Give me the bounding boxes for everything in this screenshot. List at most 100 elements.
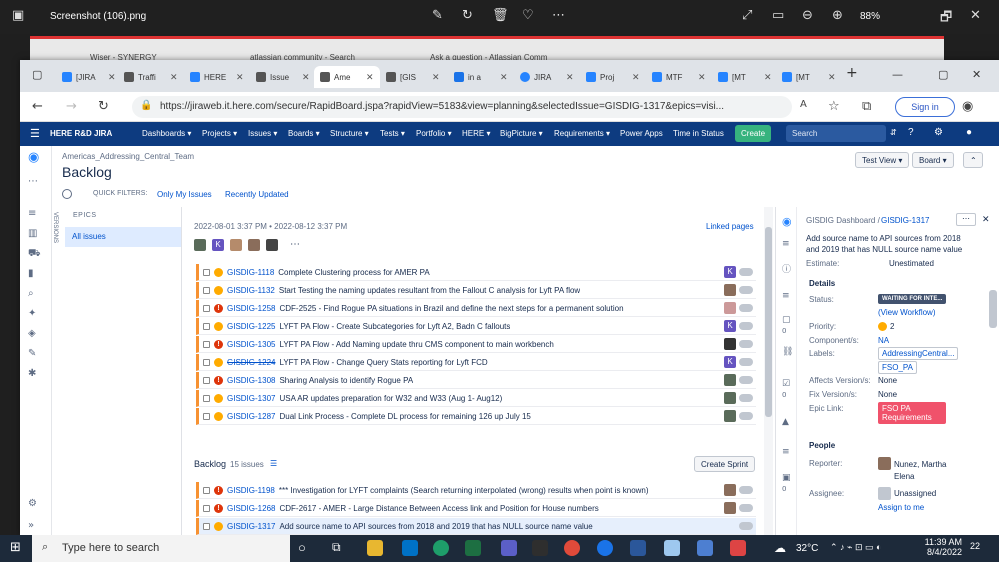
- lock-icon[interactable]: 🔒: [140, 100, 152, 111]
- close-tab-icon[interactable]: ✕: [566, 72, 574, 83]
- weather-temp[interactable]: 32°C: [796, 543, 818, 554]
- sprint-issue-row[interactable]: ! GISDIG-1308 Sharing Analysis to identify…: [196, 372, 756, 389]
- collapse-icon[interactable]: »: [28, 520, 34, 531]
- assignee-avatar[interactable]: [724, 302, 736, 314]
- read-aloud-icon[interactable]: A: [800, 99, 807, 110]
- close-tab-icon[interactable]: ✕: [108, 72, 116, 83]
- search-icon[interactable]: [62, 189, 72, 199]
- profile-icon[interactable]: ◉: [962, 99, 973, 114]
- nav-dashboards[interactable]: Dashboards ▾: [142, 129, 191, 138]
- rotate-icon[interactable]: ↻: [462, 8, 473, 23]
- nav-structure[interactable]: Structure ▾: [330, 129, 369, 138]
- subtask-icon[interactable]: ▣: [782, 473, 791, 483]
- linked-pages-link[interactable]: Linked pages: [706, 222, 754, 231]
- close-detail-icon[interactable]: ✕: [982, 214, 990, 225]
- tray-icons[interactable]: ⌃ ♪ ⌁ ⊡ ▭ ◐: [830, 542, 881, 553]
- info-icon[interactable]: ⓘ: [782, 262, 791, 275]
- sprint-issue-row[interactable]: GISDIG-1118 Complete Clustering process f…: [196, 264, 756, 281]
- filter-recently-updated[interactable]: Recently Updated: [225, 190, 289, 199]
- assignee-avatar[interactable]: [724, 502, 736, 514]
- browser-tab[interactable]: HERE ✕: [184, 66, 244, 88]
- toggle[interactable]: [739, 412, 753, 420]
- nav-here[interactable]: HERE ▾: [462, 129, 490, 138]
- view-workflow-link[interactable]: (View Workflow): [878, 308, 936, 317]
- tab-actions-icon[interactable]: ▢: [32, 68, 42, 81]
- taskbar-search[interactable]: ⌕ Type here to search: [32, 535, 290, 562]
- back-icon[interactable]: ←: [32, 99, 43, 114]
- scrollbar-thumb[interactable]: [765, 227, 772, 417]
- browser-tab[interactable]: [GIS ✕: [380, 66, 440, 88]
- zoom-out-icon[interactable]: ⊖: [802, 8, 813, 23]
- browser-tab[interactable]: [MT ✕: [776, 66, 836, 88]
- edit-icon[interactable]: ✎: [432, 8, 443, 23]
- component-value[interactable]: NA: [878, 336, 889, 345]
- filter-icon[interactable]: ⇵: [890, 128, 897, 137]
- close-tab-icon[interactable]: ✕: [366, 72, 374, 83]
- app-icon[interactable]: [664, 540, 680, 556]
- more-avatars-icon[interactable]: ⋯: [290, 239, 300, 250]
- app-icon[interactable]: [730, 540, 746, 556]
- components-icon[interactable]: ✦: [28, 308, 36, 319]
- create-sprint-button[interactable]: Create Sprint: [694, 456, 756, 472]
- label-tag[interactable]: AddressingCentral...: [878, 347, 959, 360]
- backlog-issue-row-selected[interactable]: GISDIG-1317 Add source name to API source…: [196, 518, 756, 535]
- browser-tab[interactable]: [JIRA ✕: [56, 66, 116, 88]
- avatar[interactable]: [194, 239, 206, 251]
- app-icon[interactable]: [532, 540, 548, 556]
- nav-tests[interactable]: Tests ▾: [380, 129, 405, 138]
- sprint-issue-row[interactable]: GISDIG-1224 LYFT PA Flow - Change Query S…: [196, 354, 756, 371]
- assignee-avatar[interactable]: [724, 284, 736, 296]
- browser-tab[interactable]: Proj ✕: [580, 66, 640, 88]
- board-icon[interactable]: ▥: [28, 228, 37, 239]
- pencil-icon[interactable]: ✎: [28, 348, 36, 359]
- priority-value[interactable]: 2: [890, 322, 894, 331]
- clock[interactable]: 11:39 AM 8/4/2022: [920, 537, 962, 557]
- assignee-avatar[interactable]: [724, 410, 736, 422]
- affects-value[interactable]: None: [878, 376, 897, 385]
- avatar[interactable]: [248, 239, 260, 251]
- toggle[interactable]: [739, 286, 753, 294]
- more-icon[interactable]: ⋯: [552, 8, 565, 23]
- file-explorer-icon[interactable]: [367, 540, 383, 556]
- close-tab-icon[interactable]: ✕: [432, 72, 440, 83]
- nav-power-apps[interactable]: Power Apps: [620, 129, 663, 138]
- assignee-value[interactable]: Unassigned: [894, 489, 936, 498]
- label-tag[interactable]: FSO_PA: [878, 361, 917, 374]
- assignee-avatar[interactable]: [724, 484, 736, 496]
- toggle[interactable]: [739, 394, 753, 402]
- notification-count[interactable]: 22: [970, 541, 980, 551]
- comment-icon[interactable]: ▢: [782, 315, 791, 325]
- nav-boards[interactable]: Boards ▾: [288, 129, 320, 138]
- assignee-avatar[interactable]: [724, 374, 736, 386]
- toggle[interactable]: [739, 522, 753, 530]
- favorite-icon[interactable]: ♡: [522, 8, 534, 23]
- close-tab-icon[interactable]: ✕: [302, 72, 310, 83]
- browser-tab[interactable]: MTF ✕: [646, 66, 706, 88]
- detail-scrollbar[interactable]: [989, 290, 997, 328]
- app-icon[interactable]: [597, 540, 613, 556]
- estimate-value[interactable]: Unestimated: [889, 259, 934, 268]
- sprint-issue-row[interactable]: GISDIG-1287 Dual Link Process - Complete …: [196, 408, 756, 425]
- list-icon[interactable]: ≡: [782, 291, 790, 301]
- chrome-icon[interactable]: [564, 540, 580, 556]
- jira-search-input[interactable]: Search: [786, 125, 886, 142]
- refresh-icon[interactable]: ↻: [98, 99, 109, 114]
- toggle[interactable]: [739, 304, 753, 312]
- windows-start-icon[interactable]: ⊞: [10, 540, 21, 555]
- settings-icon[interactable]: ⚙: [934, 127, 943, 138]
- maximize-icon[interactable]: ▢: [938, 68, 948, 81]
- detail-crumb-project[interactable]: GISDIG Dashboard /: [806, 216, 880, 225]
- collections-icon[interactable]: ⧉: [862, 99, 871, 114]
- sprint-issue-row[interactable]: GISDIG-1132 Start Testing the naming upda…: [196, 282, 756, 299]
- close-icon[interactable]: ✕: [970, 8, 981, 23]
- project-avatar-icon[interactable]: ◉: [28, 150, 39, 165]
- chart-icon[interactable]: ▲: [782, 417, 789, 427]
- assignee-avatar[interactable]: K: [724, 320, 736, 332]
- details-icon[interactable]: ≡: [782, 239, 790, 249]
- word-icon[interactable]: [630, 540, 646, 556]
- settings-icon[interactable]: ⚙: [28, 498, 37, 509]
- sprint-issue-row[interactable]: GISDIG-1307 USA AR updates preparation fo…: [196, 390, 756, 407]
- browser-tab[interactable]: JIRA ✕: [514, 66, 574, 88]
- zoom-in-icon[interactable]: ⊕: [832, 8, 843, 23]
- forward-icon[interactable]: →: [66, 99, 77, 114]
